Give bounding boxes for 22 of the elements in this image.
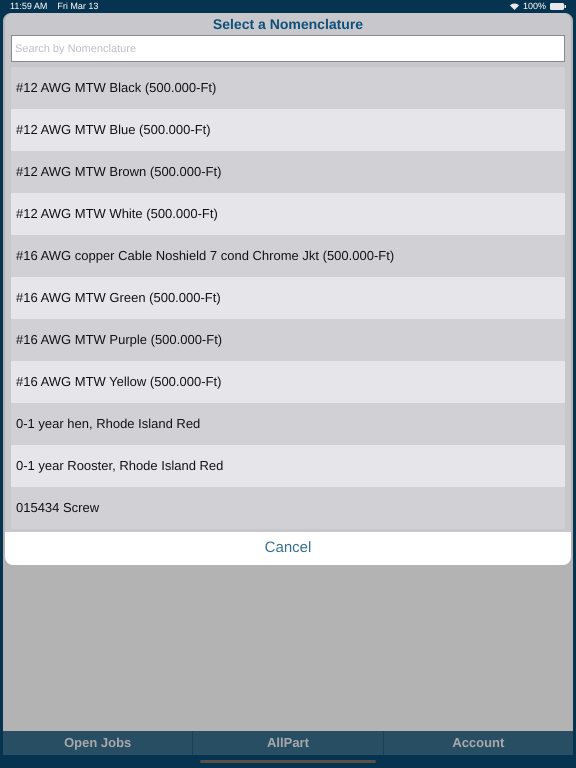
list-item[interactable]: #12 AWG MTW Brown (500.000-Ft): [11, 151, 565, 193]
tab-bar-item[interactable]: Open Jobs: [3, 731, 192, 755]
search-field[interactable]: Search by Nomenclature: [11, 35, 565, 62]
list-item[interactable]: #12 AWG MTW Black (500.000-Ft): [11, 67, 565, 109]
status-time: 11:59 AM: [10, 0, 48, 13]
cancel-button[interactable]: Cancel: [5, 532, 571, 565]
list-item[interactable]: #16 AWG MTW Green (500.000-Ft): [11, 277, 565, 319]
sheet-title: Select a Nomenclature: [212, 15, 364, 34]
wifi-icon: [510, 3, 519, 10]
list-item[interactable]: #16 AWG MTW Purple (500.000-Ft): [11, 319, 565, 361]
list-item[interactable]: 0-1 year hen, Rhode Island Red: [11, 403, 565, 445]
tab-bar-item[interactable]: Account: [382, 731, 573, 755]
tab-bar-item[interactable]: AllPart: [192, 731, 383, 755]
list-item[interactable]: 015434 Screw: [11, 487, 565, 529]
status-date: Fri Mar 13: [57, 0, 98, 13]
battery-percentage: 100%: [522, 0, 546, 13]
list-item[interactable]: #12 AWG MTW Blue (500.000-Ft): [11, 109, 565, 151]
list-item[interactable]: #12 AWG MTW White (500.000-Ft): [11, 193, 565, 235]
list-item[interactable]: #16 AWG copper Cable Noshield 7 cond Chrome Jkt (500.000-Ft): [11, 235, 565, 277]
list-item[interactable]: #16 AWG MTW Yellow (500.000-Ft): [11, 361, 565, 403]
list-item[interactable]: 0-1 year Rooster, Rhode Island Red: [11, 445, 565, 487]
battery-icon: [550, 3, 566, 10]
